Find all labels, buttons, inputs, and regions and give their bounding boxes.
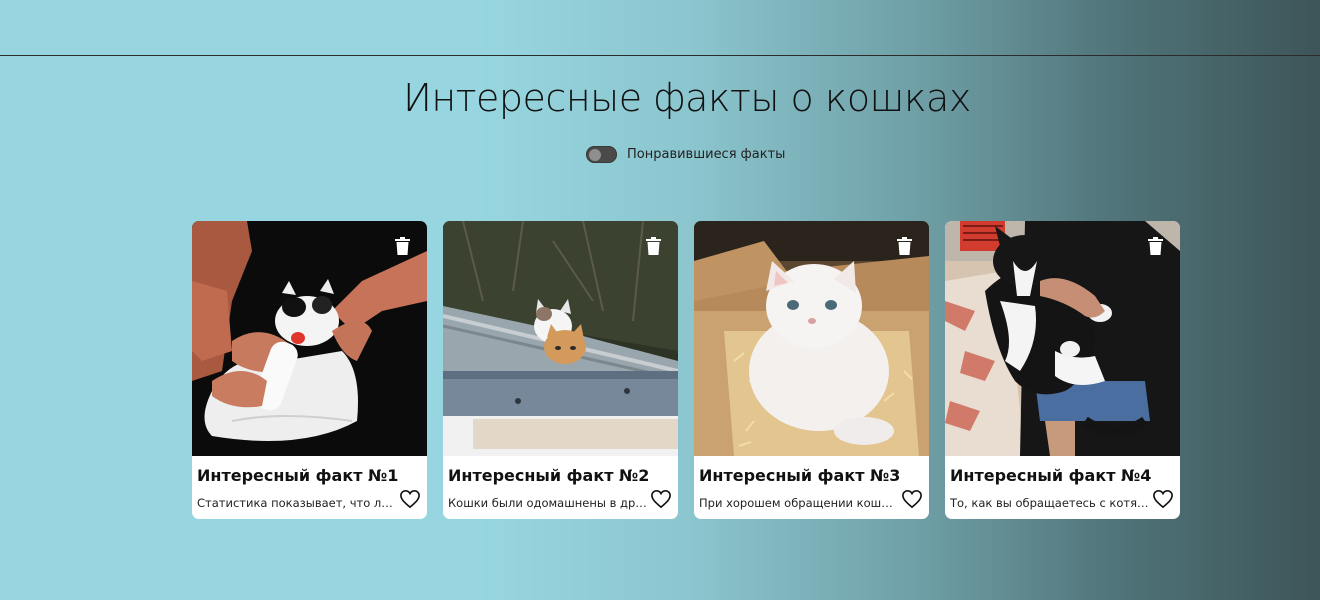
card-title: Интересный факт №4 [950,466,1152,485]
card-text: Статистика показывает, что люди, у котор… [197,496,397,510]
header-divider [0,55,1320,56]
cats-on-roof-photo [443,221,678,456]
heart-icon[interactable] [399,489,421,509]
heart-icon[interactable] [1152,489,1174,509]
fact-card-list: Интересный факт №1 Статистика показывает… [192,221,1180,519]
toggle-knob [589,148,601,161]
fact-card: Интересный факт №1 Статистика показывает… [192,221,427,519]
liked-filter: Понравившиеся факты [586,146,785,163]
card-title: Интересный факт №2 [448,466,650,485]
card-text: При хорошем обращении кошка может прожит… [699,496,899,510]
card-title: Интересный факт №1 [197,466,399,485]
card-text: Кошки были одомашнены в древнем Египте о… [448,496,648,510]
heart-icon[interactable] [650,489,672,509]
trash-icon[interactable] [645,237,662,256]
liked-filter-toggle[interactable] [586,146,617,163]
page-title: Интересные факты о кошках [403,76,971,120]
kitten-bottle-photo [192,221,427,456]
card-photo [945,221,1180,456]
trash-icon[interactable] [896,237,913,256]
card-title: Интересный факт №3 [699,466,901,485]
fact-card: Интересный факт №4 То, как вы обращаетес… [945,221,1180,519]
liked-filter-label: Понравившиеся факты [627,147,786,162]
trash-icon[interactable] [394,237,411,256]
heart-icon[interactable] [901,489,923,509]
fact-card: Интересный факт №3 При хорошем обращении… [694,221,929,519]
trash-icon[interactable] [1147,237,1164,256]
cat-held-by-person-photo [945,221,1180,456]
card-photo [443,221,678,456]
fact-card: Интересный факт №2 Кошки были одомашнены… [443,221,678,519]
white-cat-in-box-photo [694,221,929,456]
card-text: То, как вы обращаетесь с котятами, влияе… [950,496,1150,510]
card-photo [192,221,427,456]
card-photo [694,221,929,456]
